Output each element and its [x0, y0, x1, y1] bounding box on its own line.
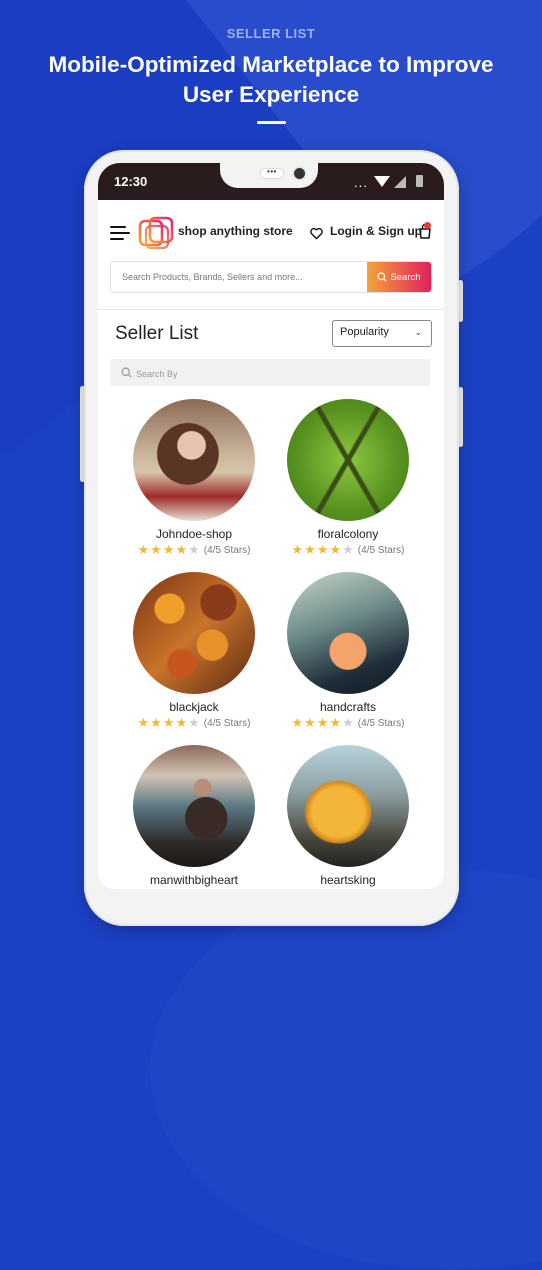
rating-text: (4/5 Stars): [203, 717, 251, 729]
background-blob: [150, 870, 542, 1270]
seller-rating: ★ ★ ★ ★ ★ (4/5 Stars): [114, 542, 274, 557]
seller-avatar[interactable]: [287, 745, 409, 867]
search-icon: [377, 272, 388, 282]
speaker-icon: •••: [260, 168, 284, 179]
headline-line-2: User Experience: [182, 82, 360, 107]
star-empty-icon: ★: [188, 542, 200, 557]
camera-icon: [294, 168, 305, 179]
hero-headline: Mobile-Optimized Marketplace to Improve …: [0, 50, 542, 110]
signal-icon: [394, 176, 406, 188]
seller-card[interactable]: floralcolony ★ ★ ★ ★ ★ (4/5 Stars): [268, 399, 428, 556]
search-input[interactable]: [111, 262, 378, 292]
seller-rating: ★ ★ ★ ★ ★ (4/5 Stars): [268, 715, 428, 730]
star-empty-icon: ★: [342, 715, 354, 730]
star-empty-icon: ★: [342, 542, 354, 557]
seller-name[interactable]: Johndoe-shop: [114, 527, 274, 541]
hamburger-menu-icon[interactable]: [110, 226, 130, 240]
headline-line-1: Mobile-Optimized Marketplace to Improve: [48, 52, 494, 77]
star-filled-icon: ★: [329, 542, 342, 557]
star-filled-icon: ★: [137, 715, 150, 730]
star-filled-icon: ★: [150, 542, 162, 557]
phone-screen: 12:30 ••• ... shop anything store Login …: [98, 163, 444, 889]
star-filled-icon: ★: [137, 542, 150, 557]
seller-rating: ★ ★ ★ ★ ★ (4/5 Stars): [268, 542, 428, 557]
star-filled-icon: ★: [304, 715, 316, 730]
seller-avatar[interactable]: [287, 399, 409, 521]
seller-avatar[interactable]: [133, 399, 255, 521]
seller-avatar[interactable]: [133, 745, 255, 867]
seller-avatar[interactable]: [287, 572, 409, 694]
battery-icon: [416, 175, 423, 187]
star-filled-icon: ★: [175, 542, 188, 557]
seller-name[interactable]: floralcolony: [268, 527, 428, 541]
hero-eyebrow: SELLER LIST: [226, 26, 316, 41]
star-filled-icon: ★: [162, 542, 175, 557]
rating-text: (4/5 Stars): [357, 717, 405, 729]
star-filled-icon: ★: [316, 715, 329, 730]
seller-avatar[interactable]: [133, 572, 255, 694]
star-filled-icon: ★: [150, 715, 162, 730]
seller-rating: ★ ★ ★ ★ ★ (4/5 Stars): [114, 715, 274, 730]
search-bar: Search: [110, 261, 432, 293]
seller-name[interactable]: blackjack: [114, 700, 274, 714]
heart-icon[interactable]: [310, 227, 323, 240]
seller-name[interactable]: heartsking: [268, 873, 428, 887]
brand-name[interactable]: shop anything store: [178, 224, 293, 238]
seller-filter-input[interactable]: [134, 359, 418, 388]
star-filled-icon: ★: [291, 542, 304, 557]
status-time: 12:30: [114, 174, 148, 189]
seller-name[interactable]: handcrafts: [268, 700, 428, 714]
star-filled-icon: ★: [175, 715, 188, 730]
star-filled-icon: ★: [329, 715, 342, 730]
seller-card[interactable]: Johndoe-shop ★ ★ ★ ★ ★ (4/5 Stars): [114, 399, 274, 556]
star-filled-icon: ★: [162, 715, 175, 730]
logo-icon[interactable]: [138, 216, 174, 250]
seller-name[interactable]: manwithbigheart: [114, 873, 274, 887]
search-icon: [121, 367, 132, 378]
status-bar: 12:30 ••• ...: [98, 163, 444, 200]
star-filled-icon: ★: [316, 542, 329, 557]
search-button[interactable]: Search: [367, 262, 431, 292]
login-signup-link[interactable]: Login & Sign up: [330, 224, 422, 238]
notification-dots: ...: [354, 175, 368, 190]
sort-dropdown[interactable]: Popularity ⌄: [332, 320, 432, 347]
seller-card[interactable]: heartsking: [268, 745, 428, 887]
cart-badge: [424, 222, 431, 229]
star-filled-icon: ★: [291, 715, 304, 730]
header-divider: [98, 309, 444, 310]
rating-text: (4/5 Stars): [203, 544, 251, 556]
sort-selected-value: Popularity: [340, 326, 389, 338]
wifi-icon: [374, 176, 390, 187]
seller-card[interactable]: blackjack ★ ★ ★ ★ ★ (4/5 Stars): [114, 572, 274, 729]
chevron-down-icon: ⌄: [414, 327, 422, 337]
rating-text: (4/5 Stars): [357, 544, 405, 556]
star-empty-icon: ★: [188, 715, 200, 730]
seller-filter: [110, 359, 430, 388]
seller-card[interactable]: handcrafts ★ ★ ★ ★ ★ (4/5 Stars): [268, 572, 428, 729]
star-filled-icon: ★: [304, 542, 316, 557]
hero-underline: [257, 121, 286, 124]
seller-card[interactable]: manwithbigheart: [114, 745, 274, 887]
search-button-label: Search: [390, 271, 421, 283]
page-title: Seller List: [115, 323, 199, 344]
